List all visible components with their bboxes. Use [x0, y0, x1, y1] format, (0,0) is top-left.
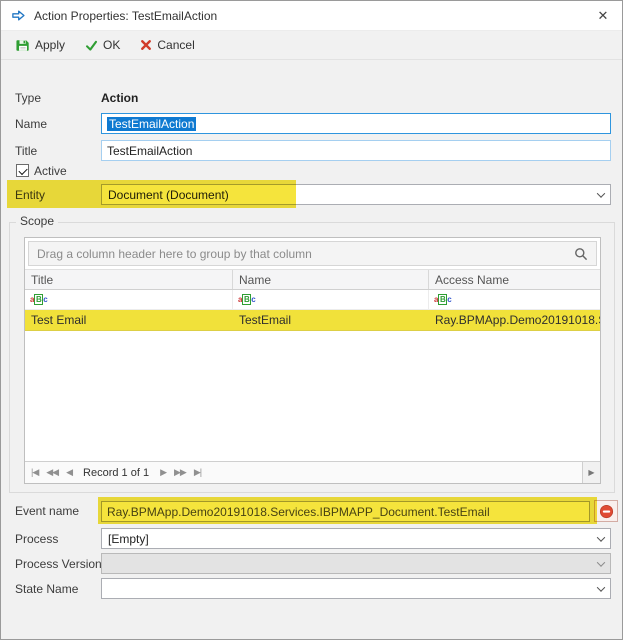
grid-header-row: Title Name Access Name	[25, 269, 600, 290]
next-record-button[interactable]: ▶	[156, 467, 170, 478]
process-version-label: Process Version	[15, 557, 102, 571]
scope-grid: Drag a column header here to group by th…	[24, 237, 601, 484]
chevron-down-icon	[596, 557, 605, 567]
state-name-dropdown-button[interactable]	[591, 579, 610, 598]
save-icon	[16, 38, 30, 52]
abc-filter-icon: aBc	[434, 293, 452, 305]
clear-event-button[interactable]	[594, 500, 618, 522]
column-header-title[interactable]: Title	[25, 270, 233, 289]
chevron-down-icon	[596, 582, 605, 592]
cancel-button[interactable]: Cancel	[131, 35, 203, 55]
next-page-button[interactable]: ▶▶	[170, 467, 190, 478]
scope-groupbox: Scope Drag a column header here to group…	[9, 214, 615, 493]
state-name-dropdown[interactable]	[101, 578, 611, 599]
toolbar: Apply OK Cancel	[1, 31, 622, 60]
group-panel-hint: Drag a column header here to group by th…	[37, 246, 312, 261]
column-header-name[interactable]: Name	[233, 270, 429, 289]
cell-title[interactable]: Test Email	[25, 310, 233, 330]
ok-button-label: OK	[103, 38, 121, 52]
filter-cell-access-name[interactable]: aBc	[429, 290, 600, 309]
close-button[interactable]: ✕	[584, 1, 622, 31]
active-label: Active	[34, 164, 67, 178]
process-version-dropdown	[101, 553, 611, 574]
abc-filter-icon: aBc	[238, 293, 256, 305]
title-input-value: TestEmailAction	[107, 143, 193, 158]
title-input[interactable]: TestEmailAction	[101, 140, 611, 161]
process-version-dropdown-button	[591, 554, 610, 573]
cell-access-name[interactable]: Ray.BPMApp.Demo20191018.Serv	[429, 310, 600, 330]
prev-page-button[interactable]: ◀◀	[42, 467, 62, 478]
grid-empty-area	[25, 331, 600, 461]
remove-circle-icon	[599, 504, 614, 519]
type-value: Action	[101, 91, 139, 105]
name-label: Name	[15, 117, 48, 131]
column-header-access-name[interactable]: Access Name	[429, 270, 600, 289]
entity-dropdown-value: Document (Document)	[108, 187, 229, 202]
entity-label: Entity	[15, 188, 46, 202]
event-name-input[interactable]: Ray.BPMApp.Demo20191018.Services.IBPMAPP…	[101, 501, 590, 522]
entity-dropdown[interactable]: Document (Document)	[101, 184, 611, 205]
last-record-button[interactable]: ▶|	[190, 467, 205, 478]
filter-cell-title[interactable]: aBc	[25, 290, 233, 309]
title-bar: Action Properties: TestEmailAction ✕	[1, 1, 622, 31]
record-navigator: |◀ ◀◀ ◀ Record 1 of 1 ▶ ▶▶ ▶| ▶	[25, 461, 600, 483]
grid-auto-filter-row: aBc aBc aBc	[25, 290, 600, 310]
apply-button-label: Apply	[35, 38, 66, 52]
process-dropdown-button[interactable]	[591, 529, 610, 548]
state-name-label: State Name	[15, 582, 79, 596]
cell-name[interactable]: TestEmail	[233, 310, 429, 330]
window-title: Action Properties: TestEmailAction	[34, 8, 218, 23]
event-name-value: Ray.BPMApp.Demo20191018.Services.IBPMAPP…	[107, 504, 490, 519]
abc-filter-icon: aBc	[30, 293, 48, 305]
ok-button[interactable]: OK	[76, 35, 129, 55]
apply-button[interactable]: Apply	[7, 35, 74, 55]
grid-group-panel: Drag a column header here to group by th…	[28, 241, 597, 266]
scope-groupbox-label: Scope	[16, 214, 59, 228]
scroll-right-button[interactable]: ▶	[582, 462, 600, 483]
cancel-button-label: Cancel	[157, 38, 195, 52]
name-input[interactable]: TestEmailAction	[101, 113, 611, 134]
chevron-down-icon	[596, 532, 605, 542]
table-row[interactable]: Test Email TestEmail Ray.BPMApp.Demo2019…	[25, 310, 600, 331]
active-checkbox[interactable]	[16, 164, 29, 177]
check-icon	[85, 39, 98, 52]
record-count-text: Record 1 of 1	[83, 466, 150, 479]
filter-cell-name[interactable]: aBc	[233, 290, 429, 309]
search-icon[interactable]	[574, 247, 588, 261]
prev-record-button[interactable]: ◀	[62, 467, 76, 478]
title-label: Title	[15, 144, 38, 158]
type-label: Type	[15, 91, 42, 105]
process-dropdown-value: [Empty]	[108, 531, 149, 546]
event-name-label: Event name	[15, 504, 80, 518]
first-record-button[interactable]: |◀	[27, 467, 42, 478]
entity-dropdown-button[interactable]	[591, 185, 610, 204]
name-input-value: TestEmailAction	[107, 116, 197, 131]
action-app-icon	[11, 8, 26, 23]
process-label: Process	[15, 532, 59, 546]
chevron-down-icon	[596, 188, 605, 198]
x-icon	[140, 39, 152, 51]
process-dropdown[interactable]: [Empty]	[101, 528, 611, 549]
action-properties-dialog: Action Properties: TestEmailAction ✕ App…	[0, 0, 623, 640]
